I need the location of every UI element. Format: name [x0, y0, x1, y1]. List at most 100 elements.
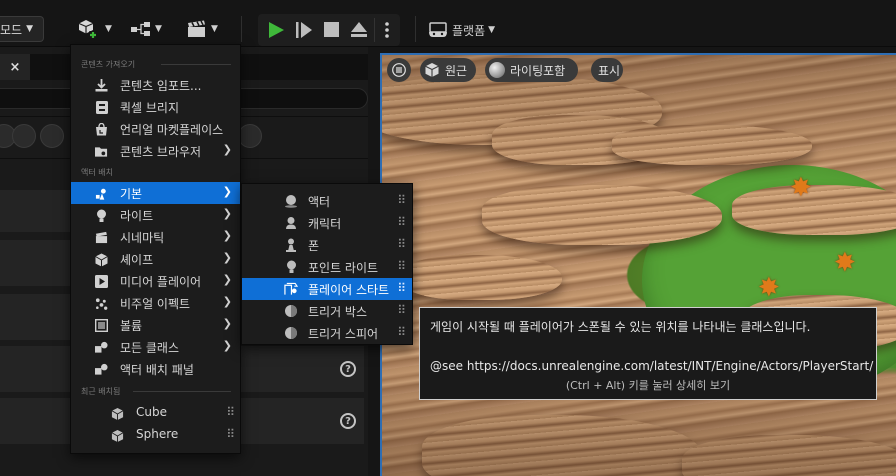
- submenu-item-trigger-sphere[interactable]: 트리거 스피어 ⠿: [242, 322, 412, 344]
- menu-item-place-actors-panel[interactable]: 액터 배치 패널: [71, 358, 240, 380]
- submenu-item-pawn[interactable]: 폰 ⠿: [242, 234, 412, 256]
- show-label: 표시: [598, 63, 621, 78]
- tooltip-description: 게임이 시작될 때 플레이어가 스폰될 수 있는 위치를 나타내는 클래스입니다…: [430, 320, 811, 334]
- add-content-menu: 콘텐츠 가져오기 콘텐츠 임포트... 퀵셀 브리지 언리얼 마켓플레이스 콘텐…: [70, 44, 241, 454]
- cinematics-button[interactable]: ▼: [186, 14, 226, 44]
- submenu-item-character[interactable]: 캐릭터 ⠿: [242, 212, 412, 234]
- menu-item-all-classes[interactable]: 모든 클래스 ❯: [71, 336, 240, 358]
- menu-item-cinematic[interactable]: 시네마틱 ❯: [71, 226, 240, 248]
- menu-item-basic[interactable]: 기본 ❯: [71, 182, 240, 204]
- help-icon[interactable]: ?: [340, 413, 356, 429]
- help-glyph: ?: [345, 415, 351, 427]
- drag-handle-icon[interactable]: ⠿: [226, 427, 235, 441]
- platform-icon: [429, 22, 447, 37]
- section-header-content: 콘텐츠 가져오기: [81, 58, 135, 70]
- step-icon[interactable]: [295, 21, 313, 39]
- all-classes-icon: [95, 341, 108, 354]
- character-icon: [284, 216, 298, 230]
- chevron-down-icon: ▼: [155, 24, 162, 34]
- help-icon[interactable]: ?: [340, 361, 356, 377]
- mode-dropdown[interactable]: 모드 ▼: [0, 16, 44, 42]
- level-viewport[interactable]: ✸ ✸ ✸: [380, 53, 896, 476]
- submenu-item-trigger-box[interactable]: 트리거 박스 ⠿: [242, 300, 412, 322]
- submenu-item-label: 포인트 라이트: [308, 261, 379, 275]
- perspective-button[interactable]: 원근: [420, 58, 476, 82]
- drag-handle-icon[interactable]: ⠿: [397, 303, 406, 317]
- volume-icon: [95, 319, 108, 332]
- section-header-label: 액터 배치: [81, 167, 113, 177]
- filter-toggle[interactable]: [238, 124, 262, 148]
- submenu-item-player-start[interactable]: 플레이어 스타트 ⠿: [242, 278, 412, 300]
- more-options-icon[interactable]: [384, 21, 390, 39]
- cinematic-icon: [95, 231, 108, 244]
- perspective-label: 원근: [445, 63, 468, 78]
- submenu-item-label: 플레이어 스타트: [308, 283, 390, 297]
- visual-effects-icon: [95, 297, 108, 310]
- eject-icon[interactable]: [350, 21, 368, 38]
- menu-item-label: 라이트: [120, 209, 154, 223]
- menu-item-quixel-bridge[interactable]: 퀵셀 브리지: [71, 96, 240, 118]
- drag-handle-icon[interactable]: ⠿: [226, 405, 235, 419]
- add-content-button[interactable]: ▼: [72, 14, 116, 44]
- menu-item-shapes[interactable]: 셰이프 ❯: [71, 248, 240, 270]
- marketplace-icon: [95, 123, 108, 136]
- show-flags-button[interactable]: 표시: [591, 58, 623, 82]
- actor-icon: [284, 194, 298, 208]
- lighting-mode-button[interactable]: 라이팅포함: [485, 58, 578, 82]
- chevron-down-icon: ▼: [26, 24, 34, 34]
- menu-item-import-content[interactable]: 콘텐츠 임포트...: [71, 74, 240, 96]
- viewport-options-button[interactable]: [387, 58, 411, 82]
- menu-item-marketplace[interactable]: 언리얼 마켓플레이스: [71, 118, 240, 140]
- chevron-right-icon: ❯: [222, 251, 232, 264]
- drag-handle-icon[interactable]: ⠿: [397, 237, 406, 251]
- tooltip-doc-link: @see https://docs.unrealengine.com/lates…: [430, 359, 874, 373]
- menu-item-label: 시네마틱: [120, 231, 165, 245]
- trigger-sphere-icon: [284, 326, 298, 340]
- section-divider: [133, 391, 231, 392]
- menu-item-volumes[interactable]: 볼륨 ❯: [71, 314, 240, 336]
- menu-item-visual-effects[interactable]: 비주얼 이펙트 ❯: [71, 292, 240, 314]
- play-icon[interactable]: [266, 20, 286, 40]
- filter-toggle[interactable]: [12, 124, 36, 148]
- add-cube-icon: [78, 20, 97, 39]
- menu-item-recent-cube[interactable]: Cube ⠿: [71, 402, 240, 424]
- menu-item-label: 언리얼 마켓플레이스: [120, 123, 224, 137]
- close-tab-button[interactable]: ×: [0, 54, 30, 80]
- drag-handle-icon[interactable]: ⠿: [397, 281, 406, 295]
- stop-icon[interactable]: [324, 22, 339, 37]
- chevron-down-icon: ▼: [105, 24, 112, 34]
- toolbar-separator: [241, 16, 242, 42]
- chevron-right-icon: ❯: [222, 339, 232, 352]
- platforms-button[interactable]: 플랫폼 ▼: [428, 16, 495, 44]
- menu-item-content-browser[interactable]: 콘텐츠 브라우저 ❯: [71, 140, 240, 162]
- submenu-item-label: 캐릭터: [308, 217, 342, 231]
- drag-handle-icon[interactable]: ⠿: [397, 215, 406, 229]
- drag-handle-icon[interactable]: ⠿: [397, 259, 406, 273]
- drag-handle-icon[interactable]: ⠿: [397, 193, 406, 207]
- section-header-label: 최근 배치됨: [81, 386, 121, 396]
- menu-item-lights[interactable]: 라이트 ❯: [71, 204, 240, 226]
- menu-item-label: 셰이프: [120, 253, 154, 267]
- help-glyph: ?: [345, 363, 351, 375]
- chevron-right-icon: ❯: [222, 207, 232, 220]
- tooltip-hint: (Ctrl + Alt) 키를 눌러 상세히 보기: [565, 379, 731, 392]
- drag-handle-icon[interactable]: ⠿: [397, 325, 406, 339]
- toolbar-separator: [415, 16, 416, 42]
- submenu-item-label: 액터: [308, 195, 331, 209]
- menu-item-media-player[interactable]: 미디어 플레이어 ❯: [71, 270, 240, 292]
- menu-item-label: 미디어 플레이어: [120, 275, 202, 289]
- section-divider: [161, 64, 231, 65]
- menu-item-recent-sphere[interactable]: Sphere ⠿: [71, 424, 240, 446]
- toolbar-separator: [374, 18, 375, 42]
- basic-icon: [95, 187, 108, 200]
- chevron-right-icon: ❯: [222, 185, 232, 198]
- blueprint-button[interactable]: ▼: [130, 14, 170, 44]
- section-header-place: 액터 배치: [81, 166, 113, 178]
- section-header-recent: 최근 배치됨: [81, 385, 120, 397]
- menu-item-label: Cube: [136, 405, 167, 419]
- point-light-icon: [284, 260, 298, 274]
- chevron-right-icon: ❯: [222, 143, 232, 156]
- submenu-item-point-light[interactable]: 포인트 라이트 ⠿: [242, 256, 412, 278]
- filter-toggle[interactable]: [40, 124, 64, 148]
- submenu-item-actor[interactable]: 액터 ⠿: [242, 190, 412, 212]
